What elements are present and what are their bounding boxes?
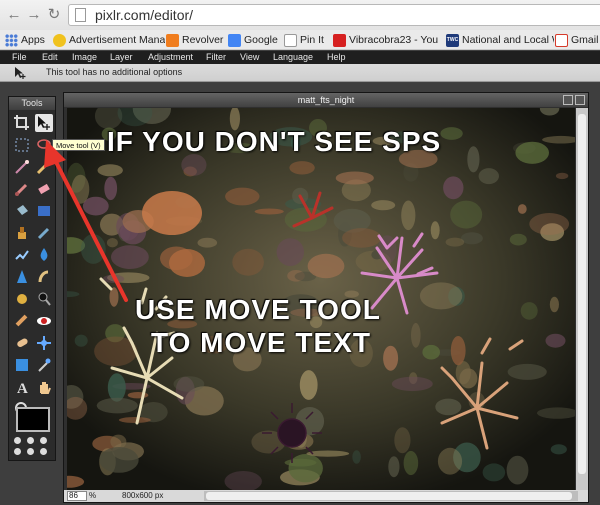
annotation-arrow xyxy=(44,140,128,302)
